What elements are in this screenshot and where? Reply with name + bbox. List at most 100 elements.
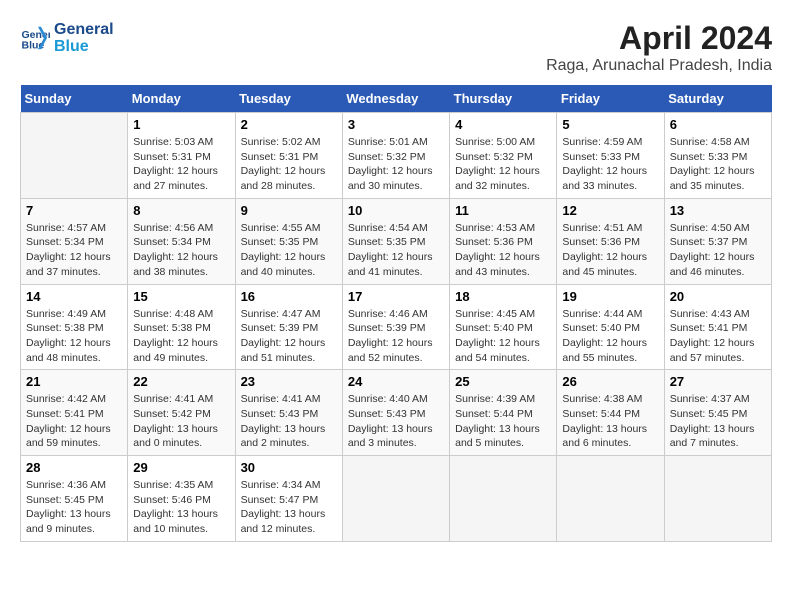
- calendar-cell: 28Sunrise: 4:36 AM Sunset: 5:45 PM Dayli…: [21, 456, 128, 542]
- day-number: 7: [26, 203, 122, 218]
- day-info: Sunrise: 4:47 AM Sunset: 5:39 PM Dayligh…: [241, 307, 337, 366]
- header-tuesday: Tuesday: [235, 85, 342, 113]
- day-number: 3: [348, 117, 444, 132]
- calendar-cell: 11 Sunrise: 4:53 AM Sunset: 5:36 PM Dayli…: [450, 198, 557, 284]
- header-wednesday: Wednesday: [342, 85, 449, 113]
- day-info: Sunrise: 4:41 AM Sunset: 5:43 PM Dayligh…: [241, 392, 337, 451]
- day-number: 28: [26, 460, 122, 475]
- calendar-cell: 16 Sunrise: 4:47 AM Sunset: 5:39 PM Dayli…: [235, 284, 342, 370]
- calendar-cell: [21, 113, 128, 199]
- day-number: 1: [133, 117, 229, 132]
- day-info: Sunrise: 4:40 AM Sunset: 5:43 PM Dayligh…: [348, 392, 444, 451]
- day-number: 29: [133, 460, 229, 475]
- day-info: Sunrise: 4:43 AM Sunset: 5:41 PM Dayligh…: [670, 307, 766, 366]
- week-row-5: 28Sunrise: 4:36 AM Sunset: 5:45 PM Dayli…: [21, 456, 772, 542]
- calendar-cell: 2 Sunrise: 5:02 AM Sunset: 5:31 PM Daylig…: [235, 113, 342, 199]
- day-number: 30: [241, 460, 337, 475]
- day-number: 13: [670, 203, 766, 218]
- header-sunday: Sunday: [21, 85, 128, 113]
- page-header: General Blue General Blue April 2024 Rag…: [20, 20, 772, 75]
- calendar-cell: [342, 456, 449, 542]
- main-title: April 2024: [546, 20, 772, 57]
- calendar-cell: 18 Sunrise: 4:45 AM Sunset: 5:40 PM Dayli…: [450, 284, 557, 370]
- day-info: Sunrise: 4:54 AM Sunset: 5:35 PM Dayligh…: [348, 221, 444, 280]
- calendar-cell: 19 Sunrise: 4:44 AM Sunset: 5:40 PM Dayli…: [557, 284, 664, 370]
- day-info: Sunrise: 4:46 AM Sunset: 5:39 PM Dayligh…: [348, 307, 444, 366]
- subtitle: Raga, Arunachal Pradesh, India: [546, 57, 772, 75]
- day-info: Sunrise: 4:53 AM Sunset: 5:36 PM Dayligh…: [455, 221, 551, 280]
- calendar-cell: 3 Sunrise: 5:01 AM Sunset: 5:32 PM Daylig…: [342, 113, 449, 199]
- day-number: 18: [455, 289, 551, 304]
- day-info: Sunrise: 4:50 AM Sunset: 5:37 PM Dayligh…: [670, 221, 766, 280]
- day-number: 15: [133, 289, 229, 304]
- day-number: 21: [26, 374, 122, 389]
- calendar-cell: 7 Sunrise: 4:57 AM Sunset: 5:34 PM Daylig…: [21, 198, 128, 284]
- header-saturday: Saturday: [664, 85, 771, 113]
- calendar-cell: [664, 456, 771, 542]
- calendar-cell: 29 Sunrise: 4:35 AM Sunset: 5:46 PM Dayli…: [128, 456, 235, 542]
- calendar-cell: 9 Sunrise: 4:55 AM Sunset: 5:35 PM Daylig…: [235, 198, 342, 284]
- logo: General Blue General Blue: [20, 20, 114, 56]
- calendar-cell: 22Sunrise: 4:41 AM Sunset: 5:42 PM Dayli…: [128, 370, 235, 456]
- day-number: 9: [241, 203, 337, 218]
- day-info: Sunrise: 4:34 AM Sunset: 5:47 PM Dayligh…: [241, 478, 337, 537]
- week-row-2: 7 Sunrise: 4:57 AM Sunset: 5:34 PM Daylig…: [21, 198, 772, 284]
- day-info: Sunrise: 5:01 AM Sunset: 5:32 PM Dayligh…: [348, 135, 444, 194]
- day-info: Sunrise: 5:02 AM Sunset: 5:31 PM Dayligh…: [241, 135, 337, 194]
- header-monday: Monday: [128, 85, 235, 113]
- day-info: Sunrise: 4:42 AM Sunset: 5:41 PM Dayligh…: [26, 392, 122, 451]
- calendar-cell: 10 Sunrise: 4:54 AM Sunset: 5:35 PM Dayli…: [342, 198, 449, 284]
- calendar-cell: 21 Sunrise: 4:42 AM Sunset: 5:41 PM Dayli…: [21, 370, 128, 456]
- logo-icon: General Blue: [20, 23, 50, 53]
- day-info: Sunrise: 4:41 AM Sunset: 5:42 PM Dayligh…: [133, 392, 229, 451]
- header-thursday: Thursday: [450, 85, 557, 113]
- header-row: SundayMondayTuesdayWednesdayThursdayFrid…: [21, 85, 772, 113]
- calendar-table: SundayMondayTuesdayWednesdayThursdayFrid…: [20, 85, 772, 542]
- day-number: 27: [670, 374, 766, 389]
- day-number: 10: [348, 203, 444, 218]
- day-number: 11: [455, 203, 551, 218]
- title-block: April 2024 Raga, Arunachal Pradesh, Indi…: [546, 20, 772, 75]
- day-info: Sunrise: 4:56 AM Sunset: 5:34 PM Dayligh…: [133, 221, 229, 280]
- day-number: 2: [241, 117, 337, 132]
- calendar-cell: [557, 456, 664, 542]
- day-info: Sunrise: 4:57 AM Sunset: 5:34 PM Dayligh…: [26, 221, 122, 280]
- day-number: 8: [133, 203, 229, 218]
- day-info: Sunrise: 4:35 AM Sunset: 5:46 PM Dayligh…: [133, 478, 229, 537]
- calendar-cell: 13 Sunrise: 4:50 AM Sunset: 5:37 PM Dayli…: [664, 198, 771, 284]
- calendar-cell: 23Sunrise: 4:41 AM Sunset: 5:43 PM Dayli…: [235, 370, 342, 456]
- calendar-cell: 5 Sunrise: 4:59 AM Sunset: 5:33 PM Daylig…: [557, 113, 664, 199]
- day-info: Sunrise: 4:58 AM Sunset: 5:33 PM Dayligh…: [670, 135, 766, 194]
- calendar-cell: [450, 456, 557, 542]
- calendar-cell: 27Sunrise: 4:37 AM Sunset: 5:45 PM Dayli…: [664, 370, 771, 456]
- calendar-cell: 15 Sunrise: 4:48 AM Sunset: 5:38 PM Dayli…: [128, 284, 235, 370]
- day-number: 14: [26, 289, 122, 304]
- day-number: 4: [455, 117, 551, 132]
- day-info: Sunrise: 5:00 AM Sunset: 5:32 PM Dayligh…: [455, 135, 551, 194]
- day-info: Sunrise: 4:49 AM Sunset: 5:38 PM Dayligh…: [26, 307, 122, 366]
- week-row-3: 14 Sunrise: 4:49 AM Sunset: 5:38 PM Dayli…: [21, 284, 772, 370]
- day-info: Sunrise: 4:45 AM Sunset: 5:40 PM Dayligh…: [455, 307, 551, 366]
- day-number: 6: [670, 117, 766, 132]
- logo-blue: Blue: [54, 37, 114, 56]
- day-info: Sunrise: 4:39 AM Sunset: 5:44 PM Dayligh…: [455, 392, 551, 451]
- day-number: 17: [348, 289, 444, 304]
- day-info: Sunrise: 4:55 AM Sunset: 5:35 PM Dayligh…: [241, 221, 337, 280]
- calendar-cell: 4 Sunrise: 5:00 AM Sunset: 5:32 PM Daylig…: [450, 113, 557, 199]
- calendar-cell: 26Sunrise: 4:38 AM Sunset: 5:44 PM Dayli…: [557, 370, 664, 456]
- calendar-body: 1 Sunrise: 5:03 AM Sunset: 5:31 PM Daylig…: [21, 113, 772, 542]
- day-number: 26: [562, 374, 658, 389]
- calendar-cell: 12Sunrise: 4:51 AM Sunset: 5:36 PM Dayli…: [557, 198, 664, 284]
- day-info: Sunrise: 4:44 AM Sunset: 5:40 PM Dayligh…: [562, 307, 658, 366]
- day-number: 19: [562, 289, 658, 304]
- calendar-cell: 25Sunrise: 4:39 AM Sunset: 5:44 PM Dayli…: [450, 370, 557, 456]
- day-info: Sunrise: 5:03 AM Sunset: 5:31 PM Dayligh…: [133, 135, 229, 194]
- calendar-cell: 14 Sunrise: 4:49 AM Sunset: 5:38 PM Dayli…: [21, 284, 128, 370]
- week-row-4: 21 Sunrise: 4:42 AM Sunset: 5:41 PM Dayli…: [21, 370, 772, 456]
- calendar-cell: 1 Sunrise: 5:03 AM Sunset: 5:31 PM Daylig…: [128, 113, 235, 199]
- calendar-header: SundayMondayTuesdayWednesdayThursdayFrid…: [21, 85, 772, 113]
- day-info: Sunrise: 4:48 AM Sunset: 5:38 PM Dayligh…: [133, 307, 229, 366]
- day-info: Sunrise: 4:59 AM Sunset: 5:33 PM Dayligh…: [562, 135, 658, 194]
- day-number: 5: [562, 117, 658, 132]
- day-number: 16: [241, 289, 337, 304]
